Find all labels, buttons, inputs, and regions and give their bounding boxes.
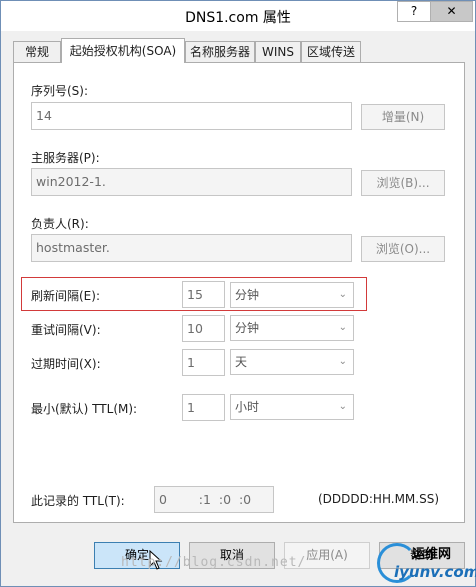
expire-field[interactable]: 1 <box>182 349 225 376</box>
primary-server-field[interactable]: win2012-1. <box>31 168 352 196</box>
record-ttl-format: (DDDDD:HH.MM.SS) <box>318 492 440 506</box>
primary-server-label: 主服务器(P): <box>31 151 100 165</box>
chevron-down-icon: ⌄ <box>338 322 347 333</box>
logo-bottom-text: iyunv.com <box>394 563 476 581</box>
expire-unit-value: 天 <box>235 355 248 369</box>
expire-label: 过期时间(X): <box>31 357 101 371</box>
min-ttl-unit-select[interactable]: 小时 ⌄ <box>230 394 354 420</box>
retry-unit-select[interactable]: 分钟 ⌄ <box>230 315 354 341</box>
min-ttl-label: 最小(默认) TTL(M): <box>31 402 138 416</box>
record-ttl-label: 此记录的 TTL(T): <box>31 494 125 508</box>
watermark-text: http://blog.csdn.net/ <box>121 555 307 570</box>
responsible-field[interactable]: hostmaster. <box>31 234 352 262</box>
min-ttl-unit-value: 小时 <box>235 400 260 414</box>
refresh-unit-value: 分钟 <box>235 288 260 302</box>
expire-unit-select[interactable]: 天 ⌄ <box>230 349 354 375</box>
chevron-down-icon: ⌄ <box>338 401 347 412</box>
tab-wins[interactable]: WINS <box>255 41 301 62</box>
chevron-down-icon: ⌄ <box>338 356 347 367</box>
tab-soa[interactable]: 起始授权机构(SOA) <box>61 38 185 63</box>
retry-unit-value: 分钟 <box>235 321 260 335</box>
browse-responsible-button[interactable]: 浏览(O)... <box>361 236 445 262</box>
retry-label: 重试间隔(V): <box>31 323 101 337</box>
serial-label: 序列号(S): <box>31 84 89 98</box>
properties-window: DNS1.com 属性 ? ✕ 常规 起始授权机构(SOA) 名称服务器 WIN… <box>0 0 476 587</box>
tab-zone-transfers[interactable]: 区域传送 <box>301 41 361 62</box>
min-ttl-field[interactable]: 1 <box>182 394 225 421</box>
tab-general[interactable]: 常规 <box>13 41 61 62</box>
help-title-button[interactable]: ? <box>397 1 431 22</box>
retry-field[interactable]: 10 <box>182 315 225 342</box>
record-ttl-field[interactable]: 0 :1 :0 :0 <box>154 486 274 513</box>
refresh-label: 刷新间隔(E): <box>31 289 100 303</box>
browse-primary-button[interactable]: 浏览(B)... <box>361 170 445 196</box>
chevron-down-icon: ⌄ <box>338 289 347 300</box>
logo-top-text: 运维网 <box>412 547 452 562</box>
tab-name-servers[interactable]: 名称服务器 <box>185 41 255 62</box>
increment-button[interactable]: 增量(N) <box>361 104 445 130</box>
serial-field[interactable]: 14 <box>31 102 352 130</box>
refresh-unit-select[interactable]: 分钟 ⌄ <box>230 282 354 308</box>
close-button[interactable]: ✕ <box>430 1 473 22</box>
site-logo: 运维网 iyunv.com <box>374 541 476 585</box>
responsible-label: 负责人(R): <box>31 217 89 231</box>
title-bar: DNS1.com 属性 ? ✕ <box>1 1 475 31</box>
refresh-field[interactable]: 15 <box>182 281 225 308</box>
